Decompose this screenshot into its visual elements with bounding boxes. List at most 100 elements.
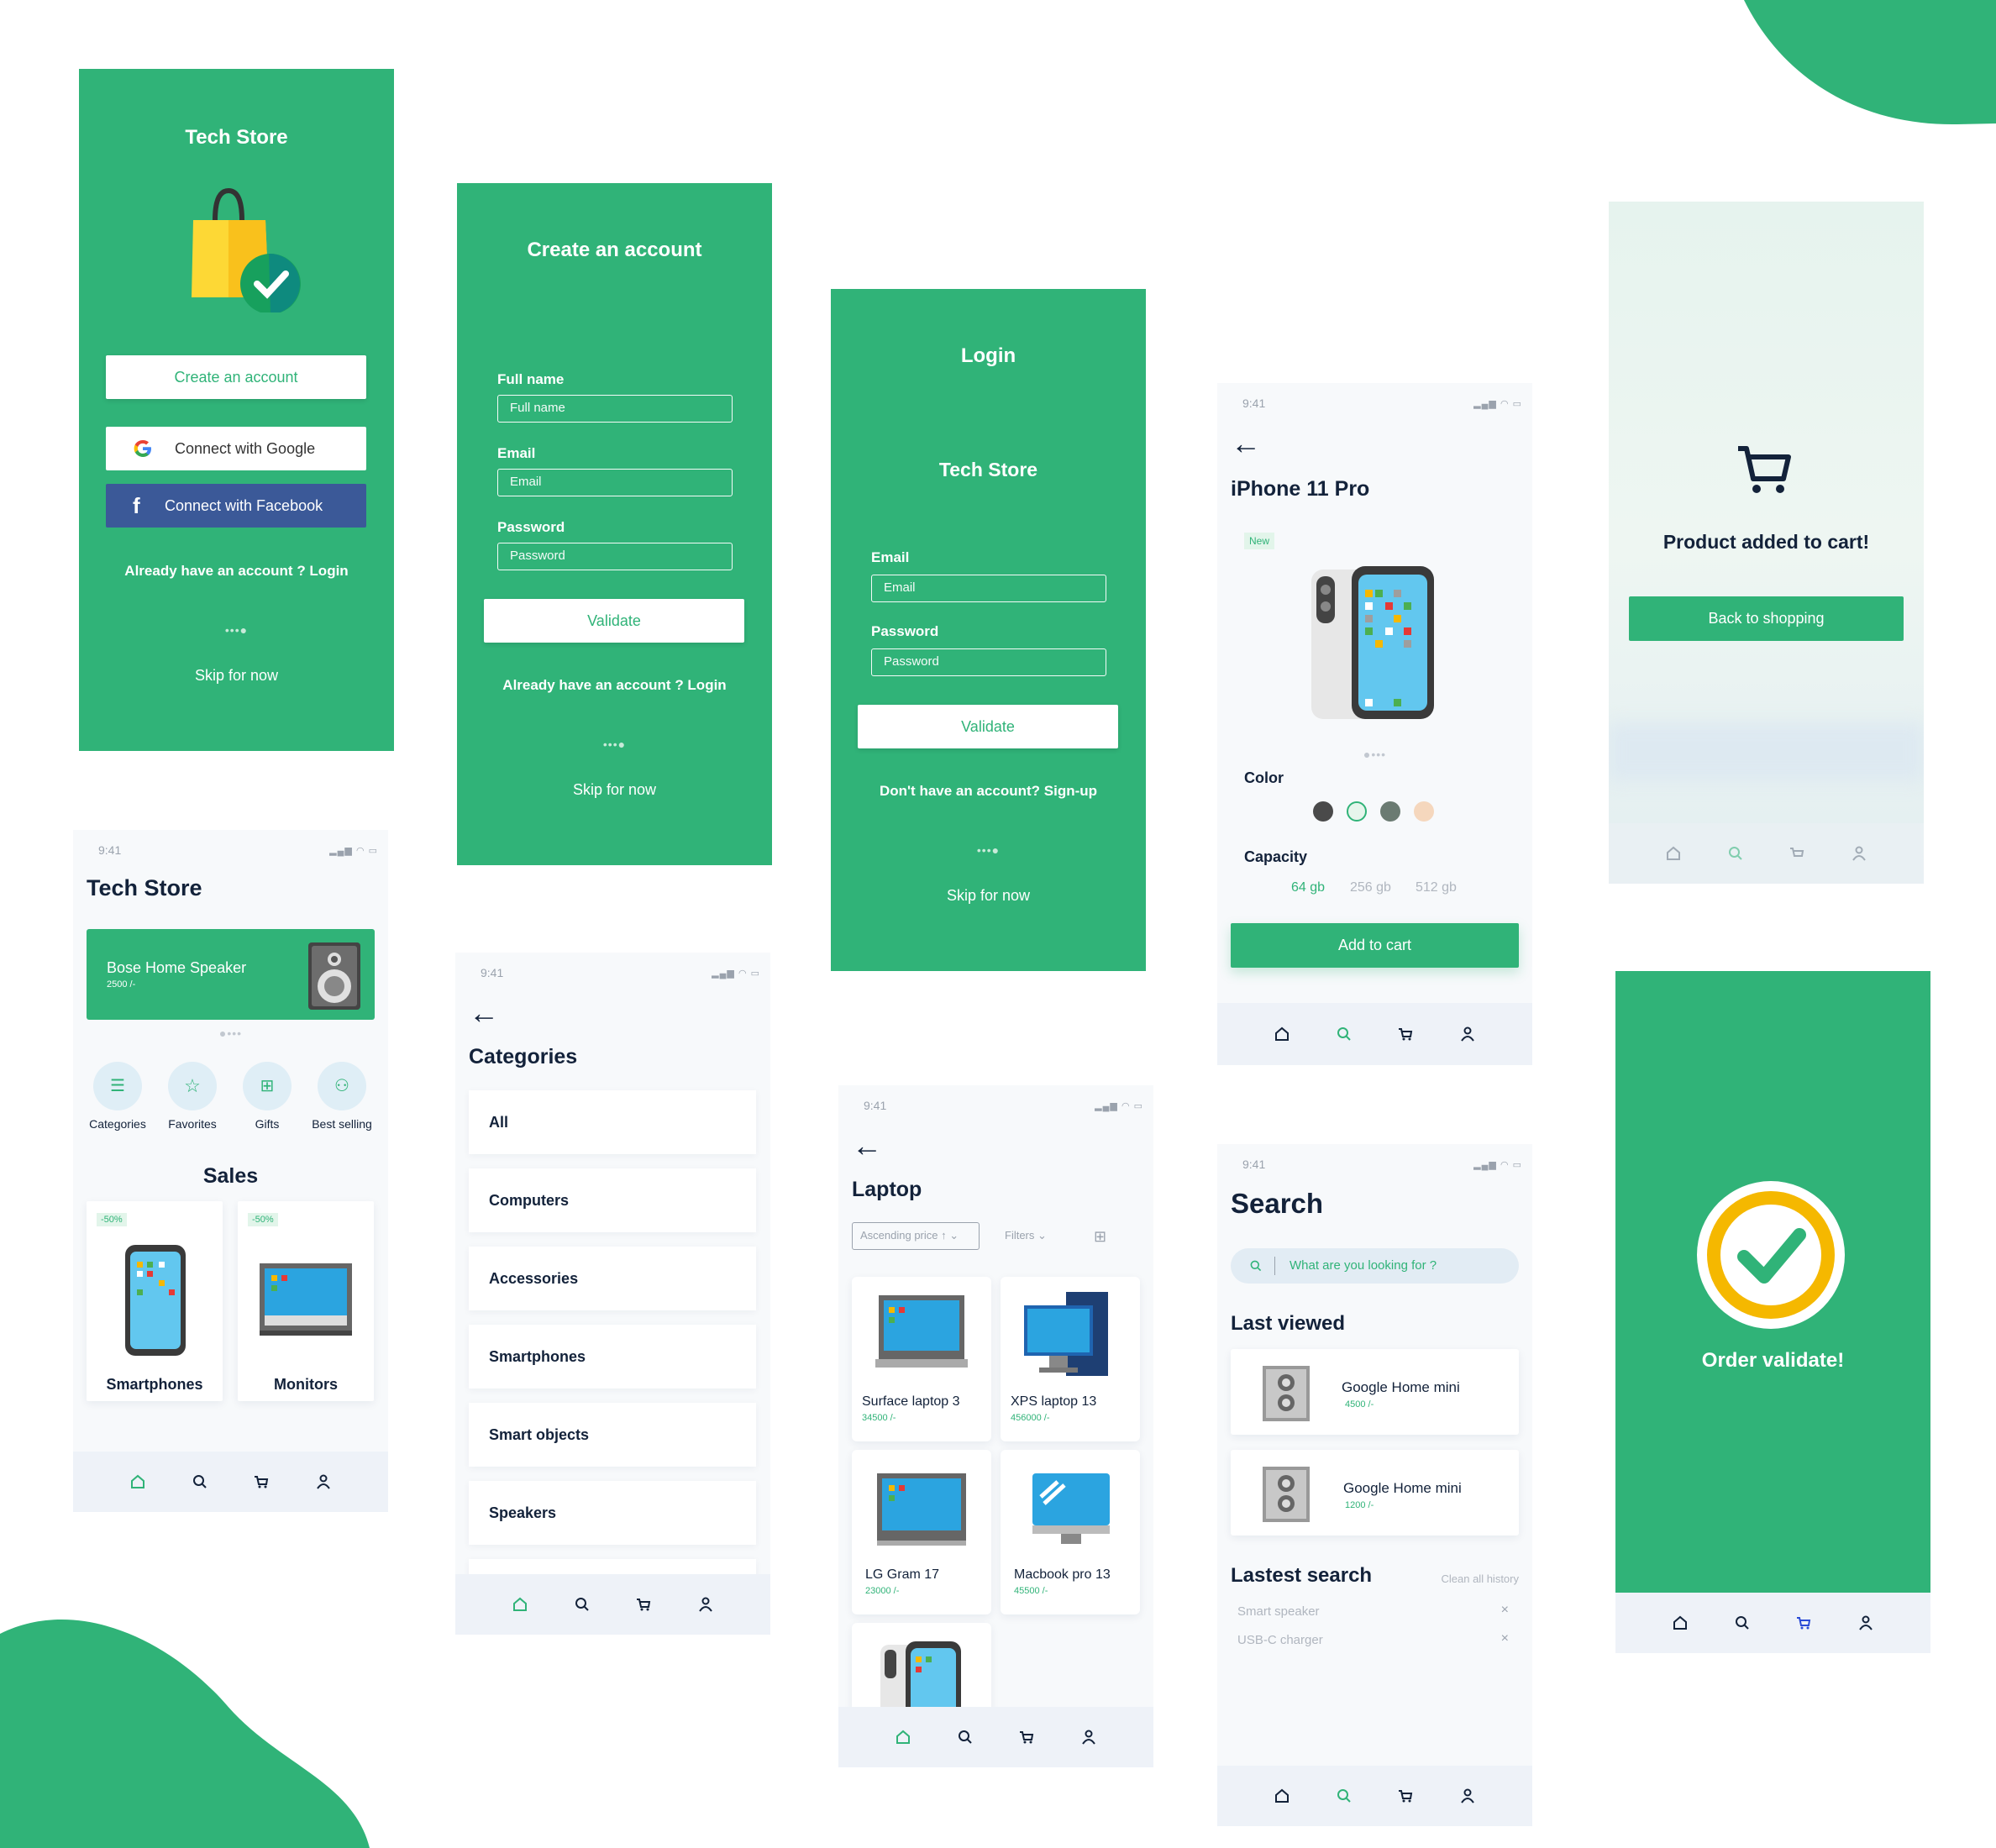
viewed-item[interactable]: Google Home mini 4500 /- <box>1231 1349 1519 1435</box>
cart-icon[interactable] <box>1783 840 1810 867</box>
connect-facebook-button[interactable]: f Connect with Facebook <box>106 484 366 528</box>
cart-icon[interactable] <box>1790 1609 1817 1636</box>
profile-icon[interactable] <box>1454 1021 1481 1047</box>
home-icon[interactable] <box>1660 840 1687 867</box>
profile-icon[interactable] <box>1846 840 1873 867</box>
sort-select[interactable]: Ascending price ↑ ⌄ <box>852 1222 980 1250</box>
signup-link[interactable]: Don't have an account? Sign-up <box>831 783 1146 800</box>
login-link[interactable]: Already have an account ? Login <box>79 563 394 580</box>
category-item[interactable]: Accessories <box>469 1247 756 1310</box>
capacity-option[interactable]: 256 gb <box>1350 880 1391 895</box>
search-icon[interactable] <box>1331 1021 1358 1047</box>
facebook-label: Connect with Facebook <box>165 497 323 514</box>
clear-history-link[interactable]: Clean all history <box>1442 1572 1520 1585</box>
email-field[interactable]: Email <box>497 469 733 496</box>
category-item[interactable]: Smartphones <box>469 1325 756 1389</box>
grid-view-icon[interactable]: ⊞ <box>1094 1228 1106 1246</box>
search-icon[interactable] <box>1331 1782 1358 1809</box>
cart-icon[interactable] <box>248 1468 275 1495</box>
desktop-image <box>1024 1292 1108 1376</box>
password-field[interactable]: Password <box>497 543 733 570</box>
home-icon[interactable] <box>1269 1021 1295 1047</box>
search-icon[interactable] <box>952 1724 979 1751</box>
create-account-button[interactable]: Create an account <box>106 355 366 399</box>
product-card[interactable]: Macbook pro 13 45500 /- <box>1001 1450 1140 1614</box>
status-bar: 9:41 ▂▄▆ ◠ ▭ <box>1242 396 1522 410</box>
profile-icon[interactable] <box>1075 1724 1102 1751</box>
cart-icon[interactable] <box>1013 1724 1040 1751</box>
home-icon[interactable] <box>124 1468 151 1495</box>
laptop-screen: 9:41 ▂▄▆ ◠ ▭ ← Laptop Ascending price ↑ ⌄… <box>838 1085 1153 1767</box>
search-icon[interactable] <box>569 1591 596 1618</box>
laptop-title: Laptop <box>852 1178 922 1201</box>
gift-icon[interactable]: ⊞ <box>243 1062 292 1110</box>
sale-card[interactable]: -50% Monitors <box>238 1201 374 1401</box>
viewed-item[interactable]: Google Home mini 1200 /- <box>1231 1450 1519 1536</box>
product-card[interactable]: XPS laptop 13 456000 /- <box>1001 1277 1140 1441</box>
password-field[interactable]: Password <box>871 648 1106 676</box>
remove-icon[interactable]: × <box>1501 1603 1509 1618</box>
profile-icon[interactable] <box>1852 1609 1879 1636</box>
status-bar: 9:41 ▂▄▆ ◠ ▭ <box>864 1099 1143 1112</box>
validate-button[interactable]: Validate <box>858 705 1118 748</box>
category-item[interactable]: All <box>469 1090 756 1154</box>
home-icon[interactable] <box>890 1724 917 1751</box>
home-icon[interactable] <box>1667 1609 1694 1636</box>
smartphone-image <box>125 1245 186 1356</box>
color-swatch-white[interactable] <box>1347 801 1367 822</box>
filters-button[interactable]: Filters ⌄ <box>1005 1229 1047 1242</box>
email-field[interactable]: Email <box>871 575 1106 602</box>
category-item[interactable]: Smart objects <box>469 1403 756 1467</box>
validate-button[interactable]: Validate <box>484 599 744 643</box>
skip-link[interactable]: Skip for now <box>79 667 394 685</box>
color-swatch-dark[interactable] <box>1313 801 1333 822</box>
home-screen: 9:41 ▂▄▆ ◠ ▭ Tech Store Bose Home Speaker… <box>73 830 388 1512</box>
users-icon[interactable]: ⚇ <box>318 1062 366 1110</box>
app-title: Tech Store <box>185 126 288 149</box>
remove-icon[interactable]: × <box>1501 1631 1509 1646</box>
page-dots: •••● <box>976 843 1001 857</box>
search-icon[interactable] <box>186 1468 213 1495</box>
star-icon[interactable]: ☆ <box>168 1062 217 1110</box>
color-swatch-gold[interactable] <box>1414 801 1434 822</box>
home-icon[interactable] <box>1269 1782 1295 1809</box>
product-name: XPS laptop 13 <box>1011 1394 1097 1409</box>
login-link[interactable]: Already have an account ? Login <box>457 677 772 694</box>
profile-icon[interactable] <box>310 1468 337 1495</box>
profile-icon[interactable] <box>1454 1782 1481 1809</box>
search-icon[interactable] <box>1729 1609 1756 1636</box>
back-arrow-icon[interactable]: ← <box>469 998 499 1028</box>
capacity-option[interactable]: 64 gb <box>1291 880 1325 895</box>
history-item[interactable]: Smart speaker <box>1237 1604 1320 1619</box>
skip-link[interactable]: Skip for now <box>831 887 1146 905</box>
cart-icon[interactable] <box>630 1591 657 1618</box>
skip-link[interactable]: Skip for now <box>457 781 772 799</box>
product-card[interactable]: Surface laptop 3 34500 /- <box>852 1277 991 1441</box>
back-to-shopping-button[interactable]: Back to shopping <box>1629 596 1904 641</box>
history-item[interactable]: USB-C charger <box>1237 1633 1323 1647</box>
cart-icon[interactable] <box>1392 1782 1419 1809</box>
promo-banner[interactable]: Bose Home Speaker 2500 /- <box>87 929 375 1020</box>
back-arrow-icon[interactable]: ← <box>852 1131 882 1161</box>
list-icon[interactable]: ☰ <box>93 1062 142 1110</box>
search-input[interactable]: What are you looking for ? <box>1231 1248 1519 1284</box>
color-swatch-green[interactable] <box>1380 801 1400 822</box>
category-item[interactable]: Computers <box>469 1168 756 1232</box>
profile-icon[interactable] <box>692 1591 719 1618</box>
back-arrow-icon[interactable]: ← <box>1231 428 1261 459</box>
discount-badge: -50% <box>97 1213 127 1226</box>
color-label: Color <box>1244 769 1284 786</box>
connect-google-button[interactable]: Connect with Google <box>106 427 366 470</box>
cart-icon[interactable] <box>1392 1021 1419 1047</box>
add-to-cart-button[interactable]: Add to cart <box>1231 923 1519 968</box>
banner-title: Bose Home Speaker <box>107 959 247 976</box>
sale-card[interactable]: -50% Smartphones <box>87 1201 223 1401</box>
capacity-option[interactable]: 512 gb <box>1416 880 1457 895</box>
fullname-field[interactable]: Full name <box>497 395 733 423</box>
category-item[interactable]: Speakers <box>469 1481 756 1545</box>
home-icon[interactable] <box>507 1591 533 1618</box>
search-icon[interactable] <box>1722 840 1749 867</box>
product-name: Macbook pro 13 <box>1014 1567 1111 1582</box>
google-icon <box>134 440 151 457</box>
product-card[interactable]: LG Gram 17 23000 /- <box>852 1450 991 1614</box>
